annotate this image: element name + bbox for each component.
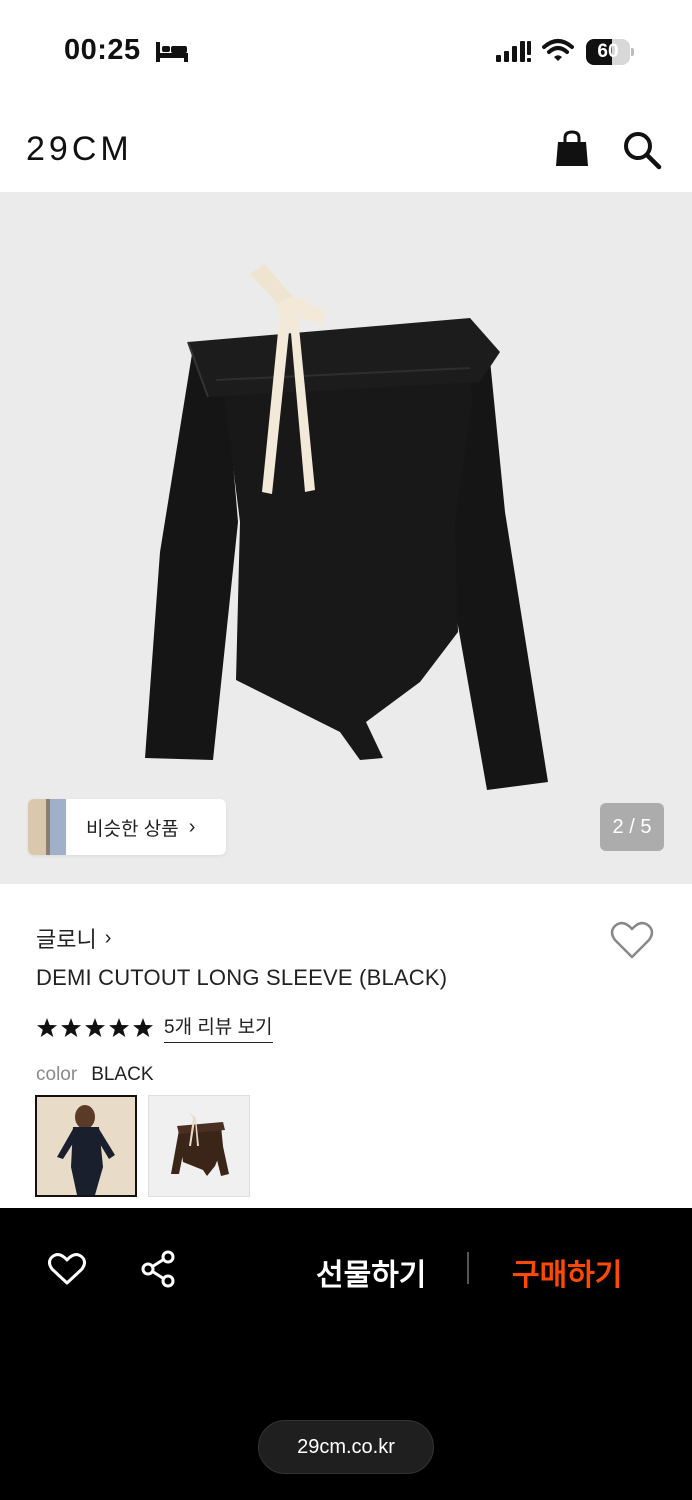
swatch-photo [149,1096,249,1196]
star-icon [85,1017,105,1037]
brand-link[interactable]: 글로니 › [36,922,111,954]
star-icon [61,1017,81,1037]
review-link[interactable]: 5개 리뷰 보기 [164,1012,273,1043]
bed-icon [156,42,188,62]
star-icon [109,1017,129,1037]
rating-stars [36,1017,154,1039]
buy-button[interactable]: 구매하기 [512,1250,622,1294]
logo[interactable]: 29CM [26,130,133,169]
swatch-photo [37,1097,135,1195]
heart-outline-icon[interactable] [610,920,654,960]
star-icon [133,1017,153,1037]
status-time: 00:25 [64,34,141,66]
heart-outline-icon[interactable] [48,1252,86,1286]
battery-level: 60 [597,41,619,62]
color-swatch-selected[interactable] [35,1095,137,1197]
brand-name: 글로니 [36,927,97,952]
gift-button[interactable]: 선물하기 [316,1250,426,1294]
similar-thumbnail [28,799,66,855]
color-swatch[interactable] [148,1095,250,1197]
chevron-right-icon: › [188,815,196,838]
similar-products-label: 비슷한 상품 [86,818,179,840]
product-name: DEMI CUTOUT LONG SLEEVE (BLACK) [36,965,448,990]
star-icon [37,1017,57,1037]
chevron-right-icon: › [104,926,112,949]
url-bar[interactable]: 29cm.co.kr [258,1420,434,1474]
cellular-signal-icon [496,41,531,62]
color-label: color [36,1064,78,1085]
battery-indicator: 60 [586,39,634,65]
similar-products-button[interactable]: 비슷한 상품 › [28,799,226,855]
image-page-counter: 2 / 5 [600,803,664,851]
status-bar: 00:25 60 [0,0,692,100]
shopping-bag-icon[interactable] [554,130,590,168]
wifi-icon [542,39,574,61]
search-icon[interactable] [622,130,662,170]
color-value: BLACK [91,1064,154,1085]
product-info: 글로니 › DEMI CUTOUT LONG SLEEVE (BLACK) 5개… [0,884,692,1208]
product-image [145,264,548,790]
product-image-gallery[interactable]: 비슷한 상품 › 2 / 5 [0,192,692,884]
bottom-action-bar: 선물하기 구매하기 29cm.co.kr [0,1208,692,1500]
share-icon[interactable] [140,1250,176,1288]
divider [467,1252,469,1284]
color-row: color BLACK [36,1064,154,1086]
rating-row: 5개 리뷰 보기 [36,1012,273,1043]
app-header: 29CM [0,100,692,192]
